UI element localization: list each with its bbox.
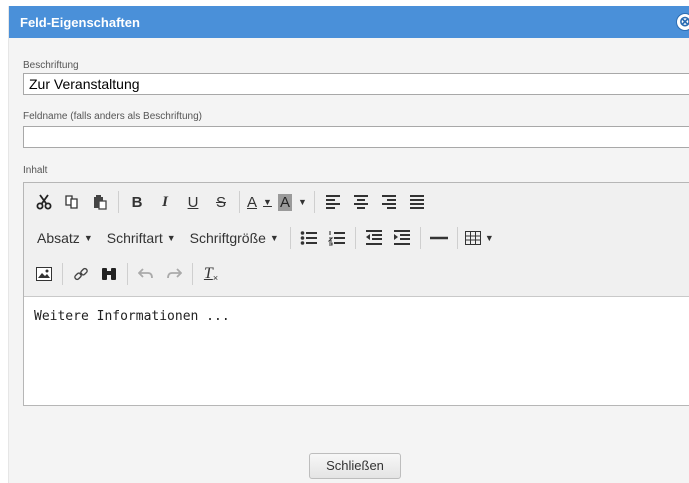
chevron-down-icon: ▼: [269, 233, 279, 243]
dialog-title: Feld-Eigenschaften: [20, 15, 140, 30]
chevron-down-icon: ▼: [297, 197, 307, 207]
editor-content-area[interactable]: Weitere Informationen ...: [24, 297, 689, 336]
caption-label: Beschriftung: [23, 60, 79, 71]
toolbar-separator: [62, 263, 63, 285]
close-icon[interactable]: ⊗: [676, 13, 689, 31]
toolbar-separator: [118, 191, 119, 213]
field-properties-dialog: Feld-Eigenschaften ⊗ Beschriftung Feldna…: [8, 6, 689, 483]
link-icon[interactable]: [67, 261, 95, 287]
bullet-list-icon[interactable]: [295, 225, 323, 251]
indent-icon[interactable]: [388, 225, 416, 251]
background-color-button[interactable]: A ▼: [275, 189, 310, 215]
redo-icon[interactable]: [160, 261, 188, 287]
toolbar-separator: [313, 191, 315, 213]
remove-format-x-icon: ×: [212, 273, 219, 283]
fieldname-label: Feldname (falls anders als Beschriftung): [23, 111, 202, 122]
fieldname-input[interactable]: [23, 126, 689, 148]
font-dropdown-label: Schriftart: [106, 230, 163, 246]
font-size-dropdown-label: Schriftgröße: [189, 230, 266, 246]
italic-button[interactable]: I: [151, 189, 179, 215]
strikethrough-button[interactable]: S: [207, 189, 235, 215]
table-icon[interactable]: ▼: [462, 225, 497, 251]
cut-icon[interactable]: [30, 189, 58, 215]
text-color-label: A: [247, 193, 258, 211]
bold-button[interactable]: B: [123, 189, 151, 215]
close-button[interactable]: Schließen: [309, 453, 401, 479]
rich-text-editor: B I U S A ▼ A ▼ Absatz ▼ Schriftart ▼ Sc…: [23, 182, 689, 406]
chevron-down-icon: ▼: [263, 197, 272, 207]
toolbar-separator: [289, 227, 291, 249]
paragraph-dropdown-label: Absatz: [37, 230, 80, 246]
bg-color-label: A: [277, 193, 292, 211]
toolbar-separator: [239, 191, 240, 213]
undo-icon[interactable]: [132, 261, 160, 287]
align-center-icon[interactable]: [347, 189, 375, 215]
underline-button[interactable]: U: [179, 189, 207, 215]
clear-format-label: T: [203, 265, 213, 282]
editor-toolbar: B I U S A ▼ A ▼ Absatz ▼ Schriftart ▼ Sc…: [24, 183, 689, 297]
dialog-titlebar[interactable]: Feld-Eigenschaften ⊗: [9, 6, 689, 38]
align-right-icon[interactable]: [375, 189, 403, 215]
chevron-down-icon: ▼: [484, 233, 494, 243]
image-icon[interactable]: [30, 261, 58, 287]
copy-icon[interactable]: [58, 189, 86, 215]
find-icon[interactable]: [95, 261, 123, 287]
clear-format-icon[interactable]: T ×: [197, 261, 225, 287]
toolbar-separator: [354, 227, 356, 249]
editor-content-text: Weitere Informationen ...: [34, 309, 230, 324]
toolbar-separator: [127, 263, 128, 285]
horizontal-rule-icon[interactable]: [425, 225, 453, 251]
outdent-icon[interactable]: [360, 225, 388, 251]
chevron-down-icon: ▼: [83, 233, 93, 243]
chevron-down-icon: ▼: [166, 233, 176, 243]
content-label: Inhalt: [23, 165, 48, 176]
align-left-icon[interactable]: [319, 189, 347, 215]
font-dropdown[interactable]: Schriftart ▼: [100, 225, 183, 251]
toolbar-separator: [419, 227, 421, 249]
font-size-dropdown[interactable]: Schriftgröße ▼: [183, 225, 286, 251]
paragraph-dropdown[interactable]: Absatz ▼: [30, 225, 100, 251]
numbered-list-icon[interactable]: [323, 225, 351, 251]
align-justify-icon[interactable]: [403, 189, 431, 215]
toolbar-separator: [192, 263, 193, 285]
paste-icon[interactable]: [86, 189, 114, 215]
toolbar-separator: [456, 227, 458, 249]
caption-input[interactable]: [23, 73, 689, 95]
text-color-button[interactable]: A ▼: [244, 189, 275, 215]
